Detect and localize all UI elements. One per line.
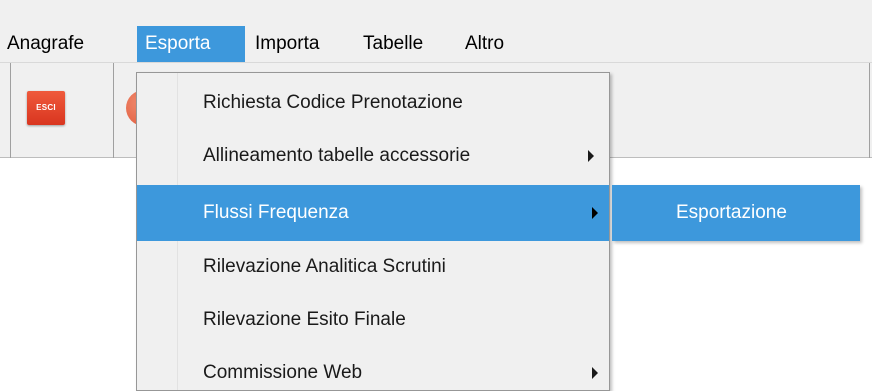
menu-anagrafe[interactable]: Anagrafe — [2, 26, 89, 62]
submenu-arrow-icon — [592, 366, 598, 379]
menu-altro[interactable]: Altro — [460, 26, 509, 62]
exit-button[interactable]: ESCI — [27, 91, 65, 125]
menu-item-label: Flussi Frequenza — [203, 202, 349, 223]
toolbar-separator — [113, 63, 114, 158]
menu-item-commissione-web[interactable]: Commissione Web — [137, 346, 609, 391]
submenu-item-label: Esportazione — [676, 202, 787, 223]
menu-item-label: Allineamento tabelle accessorie — [203, 145, 471, 166]
menu-item-rilevazione-esito-finale[interactable]: Rilevazione Esito Finale — [137, 293, 609, 346]
esporta-dropdown-menu: Richiesta Codice Prenotazione Allineamen… — [136, 72, 610, 391]
application-window: Anagrafe Esporta Importa Tabelle Altro E… — [0, 0, 872, 391]
menu-importa[interactable]: Importa — [250, 26, 324, 62]
menu-item-rilevazione-analitica-scrutini[interactable]: Rilevazione Analitica Scrutini — [137, 240, 609, 293]
menu-item-label: Rilevazione Analitica Scrutini — [203, 256, 446, 277]
menu-esporta[interactable]: Esporta — [137, 26, 245, 62]
menu-item-label: Commissione Web — [203, 362, 363, 383]
menu-item-flussi-frequenza[interactable]: Flussi Frequenza — [137, 185, 609, 241]
title-strip — [0, 0, 872, 26]
submenu-arrow-icon — [588, 149, 594, 162]
menu-item-label: Richiesta Codice Prenotazione — [203, 92, 463, 113]
submenu-arrow-icon — [592, 207, 598, 219]
menu-item-richiesta-codice-prenotazione[interactable]: Richiesta Codice Prenotazione — [137, 76, 609, 129]
submenu-esportazione[interactable]: Esportazione — [612, 185, 860, 241]
menu-bar: Anagrafe Esporta Importa Tabelle Altro — [0, 26, 872, 62]
menu-tabelle[interactable]: Tabelle — [358, 26, 428, 62]
menu-item-allineamento-tabelle-accessorie[interactable]: Allineamento tabelle accessorie — [137, 129, 609, 182]
menu-item-label: Rilevazione Esito Finale — [203, 309, 406, 330]
